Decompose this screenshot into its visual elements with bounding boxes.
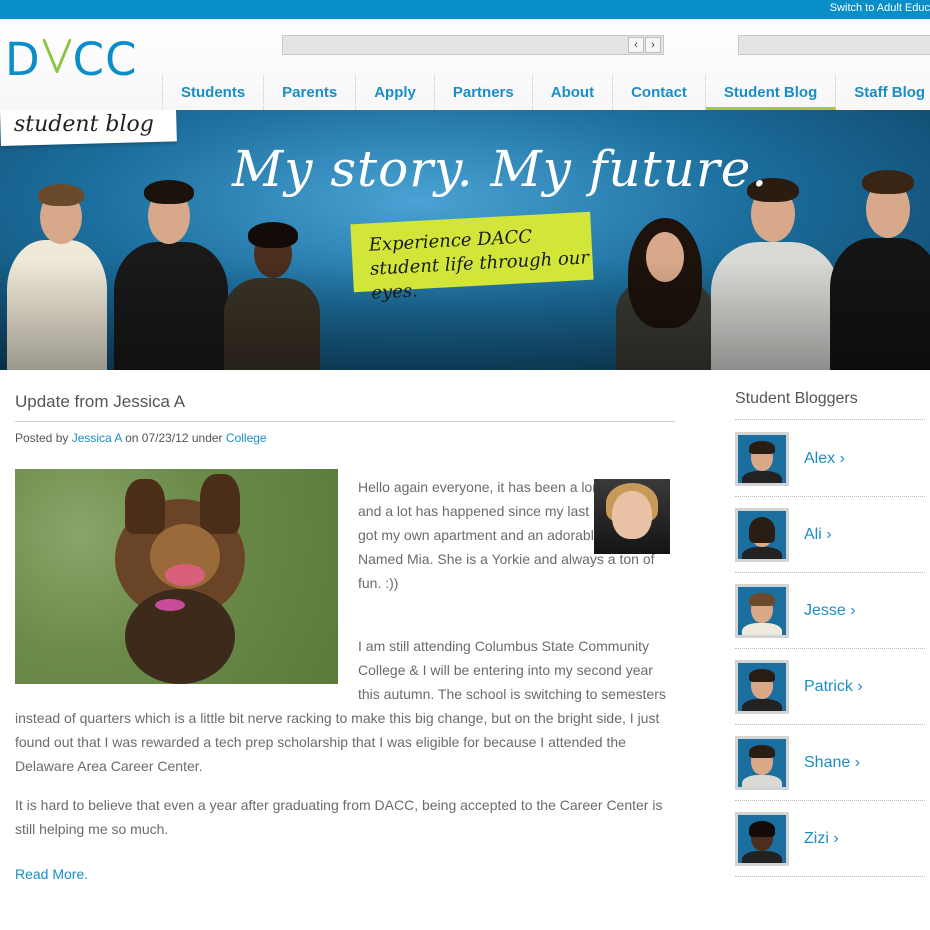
divider	[735, 419, 925, 420]
post-meta: Posted by Jessica A on 07/23/12 under Co…	[15, 431, 267, 445]
blogger-patrick[interactable]: Patrick ›	[735, 660, 925, 714]
avatar	[735, 812, 789, 866]
nav-apply[interactable]: Apply	[356, 75, 435, 110]
search-input[interactable]	[738, 35, 930, 55]
post-paragraph-2-line-5: found out that I was rewarded a tech pre…	[15, 734, 626, 750]
puppy-photo[interactable]	[15, 469, 338, 684]
post-paragraph-2-line-3: this autumn. The school is switching to …	[358, 686, 666, 702]
blogger-name[interactable]: Alex ›	[804, 450, 845, 468]
author-link[interactable]: Jessica A	[72, 431, 122, 445]
avatar	[735, 432, 789, 486]
divider	[735, 648, 925, 649]
student-blog-tag-text: student blog	[14, 112, 154, 137]
post-date: 07/23/12	[141, 431, 189, 445]
nav-about[interactable]: About	[533, 75, 614, 110]
nav-students[interactable]: Students	[163, 75, 265, 110]
chevron-right-icon[interactable]: ›	[645, 37, 661, 53]
posted-by-label: Posted by	[15, 431, 69, 445]
banner-sticker-text: Experience DACC student life through our…	[368, 226, 590, 304]
logo-letter-d: D	[5, 33, 41, 86]
avatar	[735, 508, 789, 562]
nav-partners[interactable]: Partners	[435, 75, 533, 110]
banner-headline: My story. My future.	[232, 140, 769, 198]
post-paragraph-2-line-2: College & I will be entering into my sec…	[358, 662, 653, 678]
read-more-link[interactable]: Read More.	[15, 866, 88, 882]
post-paragraph-2-line-6: Delaware Area Career Center.	[15, 758, 203, 774]
post-paragraph-2-line-1: I am still attending Columbus State Comm…	[358, 638, 650, 654]
blogger-shane[interactable]: Shane ›	[735, 736, 925, 790]
post-title[interactable]: Update from Jessica A	[15, 392, 675, 422]
divider	[735, 876, 925, 877]
chevron-left-icon[interactable]: ‹	[628, 37, 644, 53]
blogger-name[interactable]: Patrick ›	[804, 678, 863, 696]
dacc-logo[interactable]: DACC	[5, 33, 138, 86]
blogger-jesse[interactable]: Jesse ›	[735, 584, 925, 638]
author-photo	[594, 479, 670, 554]
blogger-alex[interactable]: Alex ›	[735, 432, 925, 486]
category-link[interactable]: College	[226, 431, 267, 445]
post-paragraph-3: It is hard to believe that even a year a…	[15, 797, 663, 837]
logo-chevron-a: A	[41, 33, 73, 86]
on-label: on	[125, 431, 139, 445]
blogger-ali[interactable]: Ali ›	[735, 508, 925, 562]
switch-to-adult-education-link[interactable]: Switch to Adult Educ	[830, 2, 930, 14]
nav-student-blog[interactable]: Student Blog	[705, 75, 837, 110]
blogger-name[interactable]: Ali ›	[804, 526, 832, 544]
divider	[735, 800, 925, 801]
nav-contact[interactable]: Contact	[613, 75, 706, 110]
blogger-name[interactable]: Zizi ›	[804, 830, 839, 848]
main-nav: Students Parents Apply Partners About Co…	[162, 75, 930, 110]
blogger-name[interactable]: Jesse ›	[804, 602, 856, 620]
blogger-name[interactable]: Shane ›	[804, 754, 860, 772]
post-paragraph-2-line-4: instead of quarters which is a little bi…	[15, 710, 660, 726]
news-ticker: ‹ ›	[282, 35, 664, 55]
top-bar: Switch to Adult Educ	[0, 0, 930, 19]
avatar	[735, 736, 789, 790]
under-label: under	[191, 431, 223, 445]
nav-staff-blog[interactable]: Staff Blog	[836, 75, 930, 110]
avatar	[735, 584, 789, 638]
sidebar-title: Student Bloggers	[735, 390, 858, 407]
blogger-zizi[interactable]: Zizi ›	[735, 812, 925, 866]
logo-letters-cc: CC	[72, 33, 138, 86]
site-header: DACC ‹ › Students Parents Apply Partners…	[0, 19, 930, 110]
divider	[735, 572, 925, 573]
nav-parents[interactable]: Parents	[264, 75, 357, 110]
divider	[735, 496, 925, 497]
divider	[735, 724, 925, 725]
hero-banner: student blog My story. My future. Experi…	[0, 110, 930, 370]
avatar	[735, 660, 789, 714]
